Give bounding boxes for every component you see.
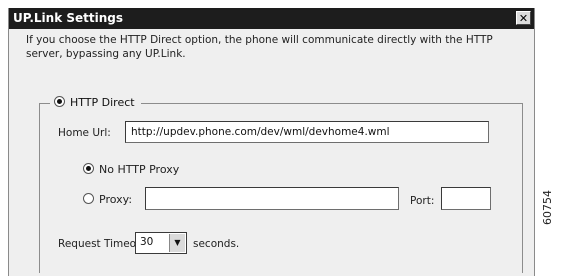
radio-unchecked-icon [83, 193, 94, 204]
description-text: If you choose the HTTP Direct option, th… [26, 34, 493, 60]
radio-checked-icon [83, 163, 94, 174]
proxy-radio[interactable]: Proxy: [83, 193, 132, 206]
home-url-input[interactable]: http://updev.phone.com/dev/wml/devhome4.… [125, 121, 489, 143]
timeout-select[interactable]: 30 ▼ [135, 232, 187, 254]
figure-id: 60754 [541, 190, 554, 225]
radio-checked-icon [54, 96, 65, 107]
port-input[interactable] [441, 187, 491, 210]
no-proxy-label: No HTTP Proxy [99, 163, 180, 176]
proxy-input[interactable] [145, 187, 399, 210]
proxy-label: Proxy: [99, 193, 133, 206]
title-bar: UP.Link Settings ✕ [9, 8, 534, 29]
http-direct-label: HTTP Direct [70, 96, 135, 109]
window-title: UP.Link Settings [13, 11, 123, 25]
close-icon[interactable]: ✕ [516, 11, 531, 25]
home-url-label: Home Url: [58, 127, 111, 139]
timeout-units: seconds. [193, 238, 240, 250]
no-proxy-radio[interactable]: No HTTP Proxy [83, 163, 179, 176]
chevron-down-icon[interactable]: ▼ [169, 234, 185, 252]
port-label: Port: [410, 195, 435, 207]
http-direct-radio[interactable]: HTTP Direct [50, 96, 141, 110]
timeout-value: 30 [140, 236, 154, 248]
